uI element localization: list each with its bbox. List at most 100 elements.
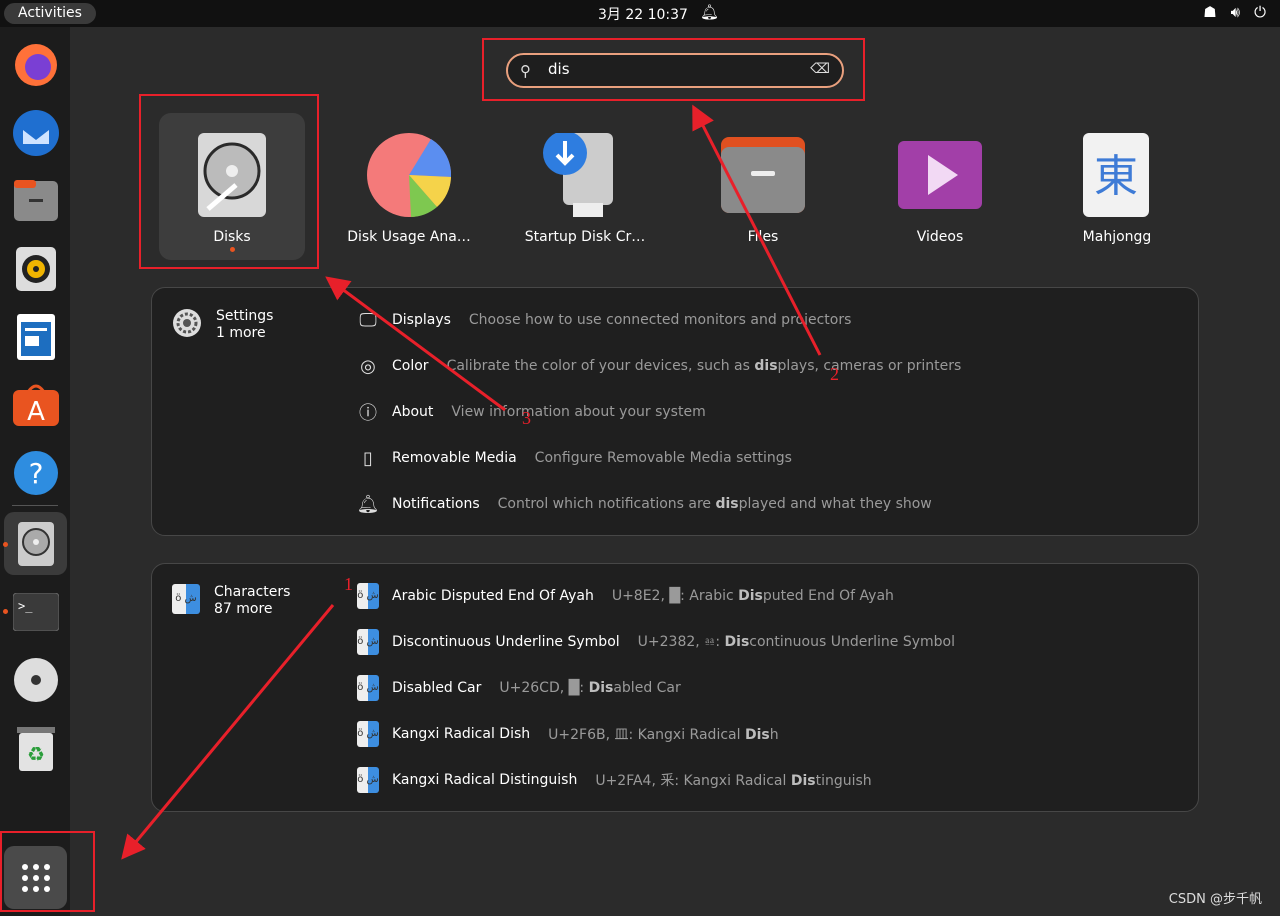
display-icon: 🖵︎ [359, 309, 377, 331]
result-title: Kangxi Radical Distinguish [392, 772, 578, 788]
result-title: Kangxi Radical Dish [392, 726, 531, 742]
result-row[interactable]: ◎ Color Calibrate the color of your device… [356, 354, 961, 378]
volume-icon[interactable]: 🔊︎ [1231, 3, 1240, 21]
trash-icon: ♻ [16, 726, 55, 771]
characters-app-icon: ö ش [356, 629, 380, 655]
result-description: U+2FA4, 釆: Kangxi Radical Distinguish [595, 773, 872, 789]
dock-thunderbird[interactable] [4, 101, 67, 164]
result-row[interactable]: ö ش Discontinuous Underline Symbol U+2382,… [356, 629, 955, 655]
svg-text:A: A [27, 397, 45, 426]
result-title: About [392, 404, 434, 420]
notification-bell-icon: 🔔︎ [356, 493, 380, 515]
top-bar: Activities 3月 22 10:37 🔔︎ ☗ 🔊︎ ⏻ [0, 0, 1280, 27]
app-label: Videos [916, 229, 964, 245]
provider-more-count: 87 more [214, 601, 273, 617]
app-files[interactable]: Files [690, 113, 836, 260]
notification-bell-icon[interactable]: 🔔︎ [700, 3, 719, 21]
settings-results-panel: Settings 1 more 🖵︎ Displays Choose how to u… [151, 287, 1199, 536]
provider-name: Settings [216, 308, 274, 324]
watermark: CSDN @步千帆 [1168, 892, 1262, 907]
app-videos[interactable]: Videos [867, 113, 1013, 260]
result-description: Control which notifications are displaye… [497, 496, 932, 512]
result-row[interactable]: ö ش Arabic Disputed End Of Ayah U+8E2, █: … [356, 583, 894, 609]
dock-trash[interactable]: ♻ [4, 716, 67, 779]
characters-app-icon: ö ش [356, 583, 380, 609]
result-row[interactable]: 🔔︎ Notifications Control which notificatio… [356, 492, 932, 516]
result-description: Choose how to use connected monitors and… [468, 312, 852, 328]
result-description: U+2F6B, 皿: Kangxi Radical Dish [548, 727, 779, 743]
rhythmbox-icon [15, 246, 56, 291]
result-title: Arabic Disputed End Of Ayah [392, 588, 594, 604]
disks-icon [17, 521, 54, 566]
characters-app-icon: ö ش [356, 721, 380, 747]
result-title: Disabled Car [392, 680, 482, 696]
result-row[interactable]: 🖵︎ Displays Choose how to use connected mo… [356, 308, 851, 332]
provider-more-count: 1 more [216, 325, 266, 341]
optical-disc-icon [13, 657, 58, 702]
disks-icon [198, 133, 266, 217]
search-box[interactable]: ⚲ ⌫ [506, 53, 844, 88]
power-icon[interactable]: ⏻ [1254, 3, 1266, 21]
app-label: Files [747, 229, 779, 245]
settings-provider[interactable]: Settings 1 more [172, 308, 273, 342]
app-disk-usage-analyzer[interactable]: Disk Usage Ana… [336, 113, 482, 260]
dock: A ? >_ ♻ [0, 27, 70, 916]
dock-separator [12, 505, 58, 506]
dock-rhythmbox[interactable] [4, 237, 67, 300]
result-row[interactable]: ö ش Disabled Car U+26CD, █: Disabled Car [356, 675, 681, 701]
dock-firefox[interactable] [4, 33, 67, 96]
dock-app-center[interactable]: A [4, 373, 67, 436]
terminal-icon: >_ [12, 592, 59, 631]
clock[interactable]: 3月 22 10:37 [598, 4, 688, 24]
app-mahjongg[interactable]: 東 Mahjongg [1044, 113, 1190, 260]
result-description: Calibrate the color of your devices, suc… [446, 358, 962, 374]
running-indicator [230, 247, 235, 252]
result-title: Notifications [392, 496, 480, 512]
result-description: View information about your system [451, 404, 706, 420]
app-label: Disks [213, 229, 251, 245]
show-apps-button[interactable] [4, 846, 67, 909]
clear-search-icon[interactable]: ⌫ [810, 61, 830, 77]
result-title: Removable Media [392, 450, 517, 466]
characters-app-icon: ö ش [356, 675, 380, 701]
characters-app-icon: ö ش [356, 767, 380, 793]
result-row[interactable]: ▯ Removable Media Configure Removable Medi… [356, 446, 792, 470]
network-icon[interactable]: ☗ [1203, 3, 1216, 21]
search-input[interactable] [548, 60, 798, 78]
app-grid-icon [21, 863, 50, 892]
color-icon: ◎ [360, 355, 376, 377]
dock-disks[interactable] [4, 512, 67, 575]
activities-button[interactable]: Activities [4, 3, 96, 24]
writer-icon [16, 313, 55, 360]
result-description: U+2382, ⎂: Discontinuous Underline Symbo… [637, 634, 955, 650]
result-row[interactable]: ö ش Kangxi Radical Dish U+2F6B, 皿: Kangxi … [356, 721, 779, 747]
dock-libreoffice-writer[interactable] [4, 305, 67, 368]
app-startup-disk-creator[interactable]: Startup Disk Cr… [512, 113, 658, 260]
result-description: U+8E2, █: Arabic Disputed End Of Ayah [611, 588, 894, 604]
svg-text:♻: ♻ [27, 742, 45, 766]
result-row[interactable]: ö ش Kangxi Radical Distinguish U+2FA4, 釆: … [356, 767, 872, 793]
thunderbird-icon [12, 109, 59, 156]
provider-name: Characters [214, 584, 291, 600]
running-indicator [3, 542, 8, 547]
svg-text:>_: >_ [18, 599, 33, 613]
result-row[interactable]: ⓘ About View information about your system [356, 400, 706, 424]
app-label: Disk Usage Ana… [347, 229, 471, 245]
removable-media-icon: ▯ [363, 447, 373, 469]
app-disks[interactable]: Disks [159, 113, 305, 260]
info-icon: ⓘ [359, 403, 377, 424]
dock-files[interactable] [4, 169, 67, 232]
characters-provider[interactable]: ö ش Characters 87 more [172, 584, 290, 618]
dock-optical-drive[interactable] [4, 648, 67, 711]
characters-app-icon: ö ش [172, 584, 200, 614]
system-tray[interactable]: ☗ 🔊︎ ⏻ [1203, 3, 1266, 21]
mahjong-tile-icon: 東 [1083, 133, 1149, 217]
running-indicator [3, 609, 8, 614]
video-play-icon [898, 141, 982, 209]
result-description: U+26CD, █: Disabled Car [499, 680, 681, 696]
dock-help[interactable]: ? [4, 441, 67, 504]
dock-terminal[interactable]: >_ [4, 580, 67, 643]
settings-gear-icon [173, 309, 201, 337]
result-description: Configure Removable Media settings [534, 450, 792, 466]
app-label: Mahjongg [1082, 229, 1152, 245]
